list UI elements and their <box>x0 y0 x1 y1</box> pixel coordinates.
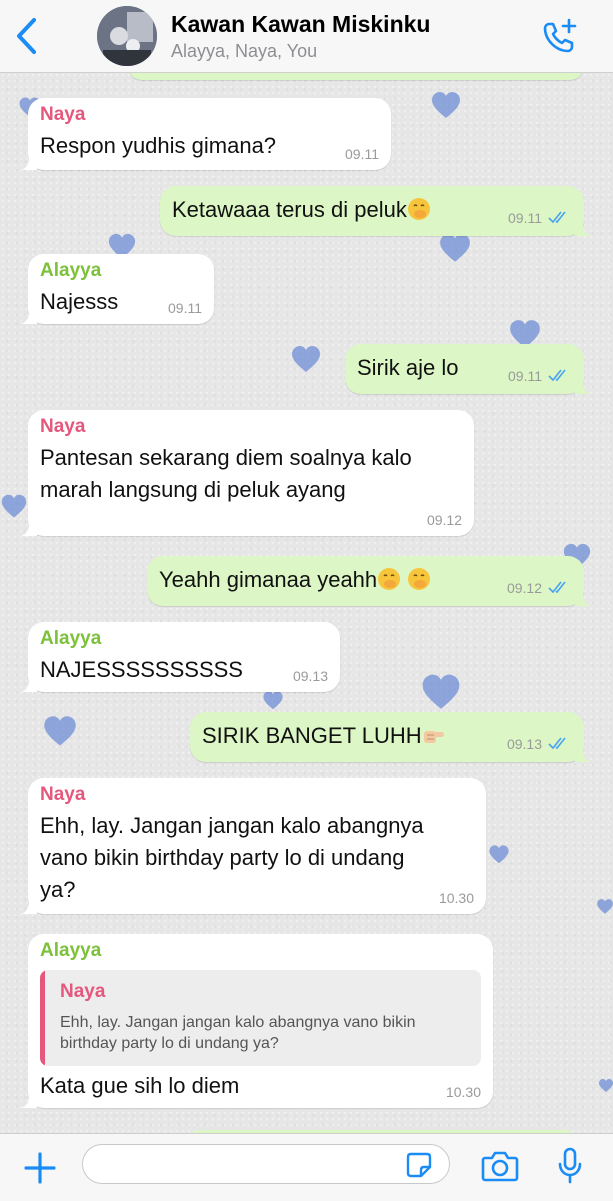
message-time: 09.12 <box>506 580 542 596</box>
heart-wallpaper-icon <box>597 899 613 914</box>
message-bubble-outgoing[interactable]: Yeahh gimanaa yeahh 09.12 <box>147 556 591 606</box>
message-bubble-incoming[interactable]: Alayya Naya Ehh, lay. Jangan jangan kalo… <box>21 934 493 1108</box>
message-bubble-incoming[interactable]: Alayya NAJESSSSSSSSSS 09.13 <box>21 622 340 692</box>
message-time: 10.30 <box>438 890 474 906</box>
message-time: 10.30 <box>445 1084 481 1100</box>
message-time: 09.13 <box>292 668 328 684</box>
quoted-sender-name: Naya <box>60 981 106 1002</box>
message-time: 09.13 <box>506 736 542 752</box>
heart-wallpaper-icon <box>432 92 460 118</box>
message-text: Kata gue sih lo diem <box>40 1073 240 1098</box>
chevron-left-icon <box>17 18 36 54</box>
message-text: NAJESSSSSSSSSS <box>40 657 243 682</box>
face-with-hand-over-mouth-emoji-icon <box>378 568 401 590</box>
message-bubble-incoming[interactable]: Alayya Najesss 09.11 <box>21 254 214 324</box>
sticker-button[interactable] <box>404 1150 434 1180</box>
message-text: SIRIK BANGET LUHH <box>202 720 446 752</box>
sender-name[interactable]: Naya <box>40 104 85 126</box>
quoted-reply[interactable]: Naya Ehh, lay. Jangan jangan kalo abangn… <box>40 970 481 1066</box>
message-text: Respon yudhis gimana? <box>40 133 277 158</box>
heart-wallpaper-icon <box>440 234 470 262</box>
read-receipt-icon <box>548 369 566 382</box>
camera-icon <box>481 1151 519 1182</box>
heart-wallpaper-icon <box>599 1079 613 1092</box>
message-text-line: Pantesan sekarang diem soalnya kalo <box>40 445 412 470</box>
sender-name[interactable]: Alayya <box>40 628 101 650</box>
add-call-button[interactable] <box>538 14 582 58</box>
bubble-tail <box>21 308 37 324</box>
heart-wallpaper-icon <box>44 716 76 746</box>
avatar-image <box>97 6 157 66</box>
sticker-icon <box>406 1152 432 1178</box>
microphone-icon <box>558 1147 582 1184</box>
heart-wallpaper-icon <box>1 494 27 518</box>
read-receipt-icon <box>548 211 566 224</box>
read-receipt-icon <box>548 581 566 594</box>
message-text-line: marah langsung di peluk ayang <box>40 477 346 502</box>
quoted-text: Ehh, lay. Jangan jangan kalo abangnya va… <box>60 1014 416 1052</box>
message-time: 09.11 <box>508 210 542 226</box>
bubble-tail <box>21 898 37 914</box>
camera-button[interactable] <box>480 1146 520 1186</box>
heart-wallpaper-icon <box>263 691 283 710</box>
composer-bar <box>0 1133 613 1201</box>
bubble-tail <box>575 220 591 236</box>
sender-name[interactable]: Alayya <box>40 940 101 962</box>
message-list[interactable]: Naya Respon yudhis gimana? 09.11 Ketawaa… <box>0 72 613 1133</box>
chat-participants[interactable]: Alayya, Naya, You <box>171 41 317 62</box>
bubble-tail <box>21 676 37 692</box>
message-bubble-incoming[interactable]: Naya Pantesan sekarang diem soalnya kalo… <box>21 410 474 536</box>
message-text-content: Ketawaaa terus di peluk <box>172 197 407 222</box>
quoted-reply-bar <box>40 970 45 1066</box>
message-bubble-incoming[interactable]: Naya Ehh, lay. Jangan jangan kalo abangn… <box>21 778 486 914</box>
message-text-content: Yeahh gimanaa yeahh <box>159 567 378 592</box>
message-input[interactable] <box>82 1144 450 1184</box>
bubble-tail <box>21 520 37 536</box>
heart-wallpaper-icon <box>422 674 460 709</box>
sender-name[interactable]: Alayya <box>40 260 101 282</box>
face-with-hand-over-mouth-emoji-icon <box>408 568 431 590</box>
chat-header: Kawan Kawan Miskinku Alayya, Naya, You <box>0 0 613 73</box>
message-text-content: SIRIK BANGET LUHH <box>202 723 422 748</box>
plus-icon <box>24 1152 56 1184</box>
message-time: 09.12 <box>426 512 462 528</box>
sender-name[interactable]: Naya <box>40 416 85 438</box>
message-time: 09.11 <box>168 300 202 316</box>
heart-wallpaper-icon <box>489 845 509 864</box>
read-receipt-icon <box>548 737 566 750</box>
bubble-tail <box>575 746 591 762</box>
bubble-tail <box>21 1092 37 1108</box>
back-button[interactable] <box>8 14 44 58</box>
message-bubble-outgoing[interactable]: SIRIK BANGET LUHH 09.13 <box>190 712 591 762</box>
message-text: Najesss <box>40 289 119 314</box>
message-bubble-outgoing-partial[interactable] <box>128 72 584 80</box>
message-time: 09.11 <box>345 146 379 162</box>
message-time: 09.11 <box>508 368 542 384</box>
sender-name[interactable]: Naya <box>40 784 85 806</box>
face-with-hand-over-mouth-emoji-icon <box>407 198 430 220</box>
backhand-index-pointing-right-emoji-icon <box>423 731 444 743</box>
message-bubble-outgoing[interactable]: Sirik aje lo 09.11 <box>345 344 591 394</box>
message-bubble-outgoing[interactable]: Ketawaaa terus di peluk 09.11 <box>160 186 591 236</box>
bubble-tail <box>21 154 37 170</box>
phone-add-icon <box>543 18 577 53</box>
message-text-line: vano bikin birthday party lo di undang <box>40 845 405 870</box>
message-text: Yeahh gimanaa yeahh <box>159 564 431 596</box>
message-bubble-incoming[interactable]: Naya Respon yudhis gimana? 09.11 <box>21 98 391 170</box>
message-text-line: Ehh, lay. Jangan jangan kalo abangnya <box>40 813 424 838</box>
heart-wallpaper-icon <box>292 346 320 372</box>
chat-title[interactable]: Kawan Kawan Miskinku <box>171 11 430 38</box>
message-text: Ketawaaa terus di peluk <box>172 194 431 226</box>
microphone-button[interactable] <box>552 1146 588 1186</box>
bubble-tail <box>575 378 591 394</box>
message-text: Sirik aje lo <box>357 355 459 380</box>
message-text-line: ya? <box>40 877 76 902</box>
group-avatar[interactable] <box>97 6 157 66</box>
bubble-tail <box>575 590 591 606</box>
attach-button[interactable] <box>20 1148 60 1188</box>
